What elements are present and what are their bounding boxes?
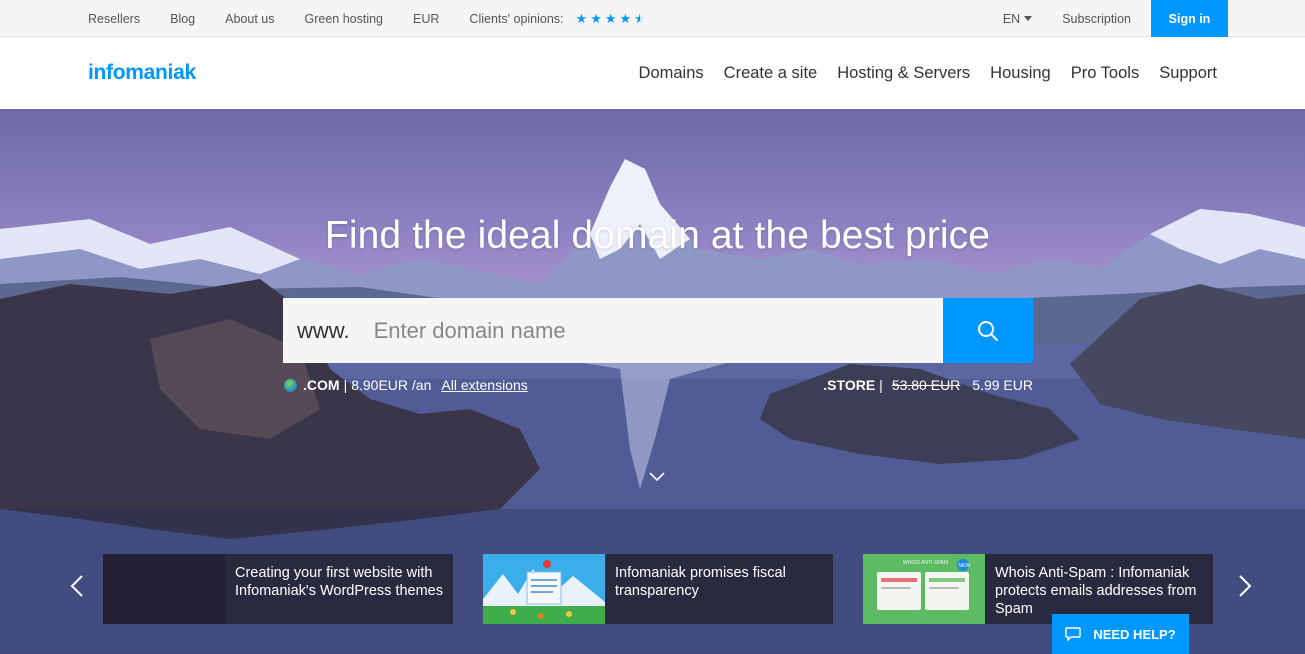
- need-help-button[interactable]: NEED HELP?: [1052, 614, 1189, 654]
- top-bar: Resellers Blog About us Green hosting EU…: [0, 0, 1305, 37]
- search-field-wrapper: www.: [283, 298, 943, 363]
- star-icon: ★: [604, 11, 617, 26]
- currency-selector[interactable]: EUR: [413, 12, 439, 26]
- com-price: 8.90EUR /an: [351, 377, 432, 393]
- news-title: Creating your first website with Infoman…: [235, 565, 443, 599]
- globe-icon: [284, 378, 297, 392]
- nav-hosting-servers[interactable]: Hosting & Servers: [837, 64, 970, 83]
- link-resellers[interactable]: Resellers: [88, 12, 140, 26]
- half-star-icon: ★: [634, 12, 646, 25]
- thumb-label: WHOIS ANTI-SPAM: [903, 560, 948, 566]
- nav-create-a-site[interactable]: Create a site: [724, 64, 818, 83]
- store-promo[interactable]: .STORE | 53.80 EUR 5.99 EUR: [823, 377, 1033, 393]
- nav-support[interactable]: Support: [1159, 64, 1217, 83]
- sign-in-button[interactable]: Sign in: [1151, 0, 1228, 37]
- news-card-fiscal[interactable]: Infomaniak promises fiscal transparency: [483, 554, 833, 624]
- rating-stars: ★ ★ ★ ★ ★: [576, 12, 649, 25]
- logo[interactable]: infomaniak: [88, 61, 196, 85]
- news-thumbnail: [103, 554, 225, 624]
- anti-spam-illustration: WHOIS ANTI-SPAM NEW: [877, 559, 971, 610]
- news-card-wordpress[interactable]: Creating your first website with Infoman…: [103, 554, 453, 624]
- com-promo: .COM | 8.90EUR /an All extensions: [284, 377, 528, 393]
- domain-search: www.: [283, 298, 1033, 363]
- chevron-left-icon[interactable]: [70, 575, 84, 597]
- new-badge: NEW: [959, 563, 971, 569]
- nav-housing[interactable]: Housing: [990, 64, 1051, 83]
- news-title: Infomaniak promises fiscal transparency: [615, 565, 786, 599]
- chevron-right-icon[interactable]: [1238, 575, 1252, 597]
- fiscal-illustration: [483, 560, 605, 624]
- top-links: Resellers Blog About us Green hosting EU…: [88, 0, 649, 37]
- nav-pro-tools[interactable]: Pro Tools: [1071, 64, 1139, 83]
- store-new-price: 5.99 EUR: [972, 377, 1033, 393]
- com-extension: .COM: [303, 377, 340, 393]
- all-extensions-link[interactable]: All extensions: [441, 377, 527, 393]
- link-blog[interactable]: Blog: [170, 12, 195, 26]
- news-thumbnail: WHOIS ANTI-SPAM NEW: [863, 554, 985, 624]
- star-icon: ★: [590, 11, 602, 26]
- need-help-label: NEED HELP?: [1093, 626, 1176, 642]
- hero-title: Find the ideal domain at the best price: [324, 214, 991, 257]
- star-icon: ★: [575, 11, 588, 26]
- caret-down-icon: [1024, 16, 1033, 21]
- chat-bubble-icon: [1065, 627, 1082, 641]
- store-old-price: 53.80 EUR: [891, 377, 961, 393]
- domain-search-input[interactable]: [373, 298, 943, 363]
- link-green-hosting[interactable]: Green hosting: [304, 12, 383, 26]
- clients-opinions[interactable]: Clients' opinions: ★ ★ ★ ★ ★: [469, 12, 648, 26]
- nav-domains[interactable]: Domains: [639, 64, 704, 83]
- store-extension: .STORE: [823, 377, 876, 393]
- news-thumbnail: [483, 554, 605, 624]
- chevron-down-icon[interactable]: [649, 472, 665, 482]
- star-icon: ★: [619, 11, 632, 26]
- top-right: EN Subscription Sign in: [1003, 0, 1228, 37]
- subscription-link[interactable]: Subscription: [1062, 12, 1131, 26]
- hero-section: Find the ideal domain at the best price …: [0, 109, 1305, 654]
- language-selector[interactable]: EN: [1002, 11, 1033, 26]
- www-prefix: www.: [297, 317, 350, 343]
- search-button[interactable]: [943, 298, 1033, 363]
- main-header: infomaniak Domains Create a site Hosting…: [0, 37, 1305, 109]
- search-icon: [978, 320, 998, 341]
- language-label: EN: [1002, 11, 1021, 26]
- main-nav: Domains Create a site Hosting & Servers …: [619, 37, 1217, 109]
- link-about-us[interactable]: About us: [225, 12, 274, 26]
- opinions-label: Clients' opinions:: [469, 11, 564, 26]
